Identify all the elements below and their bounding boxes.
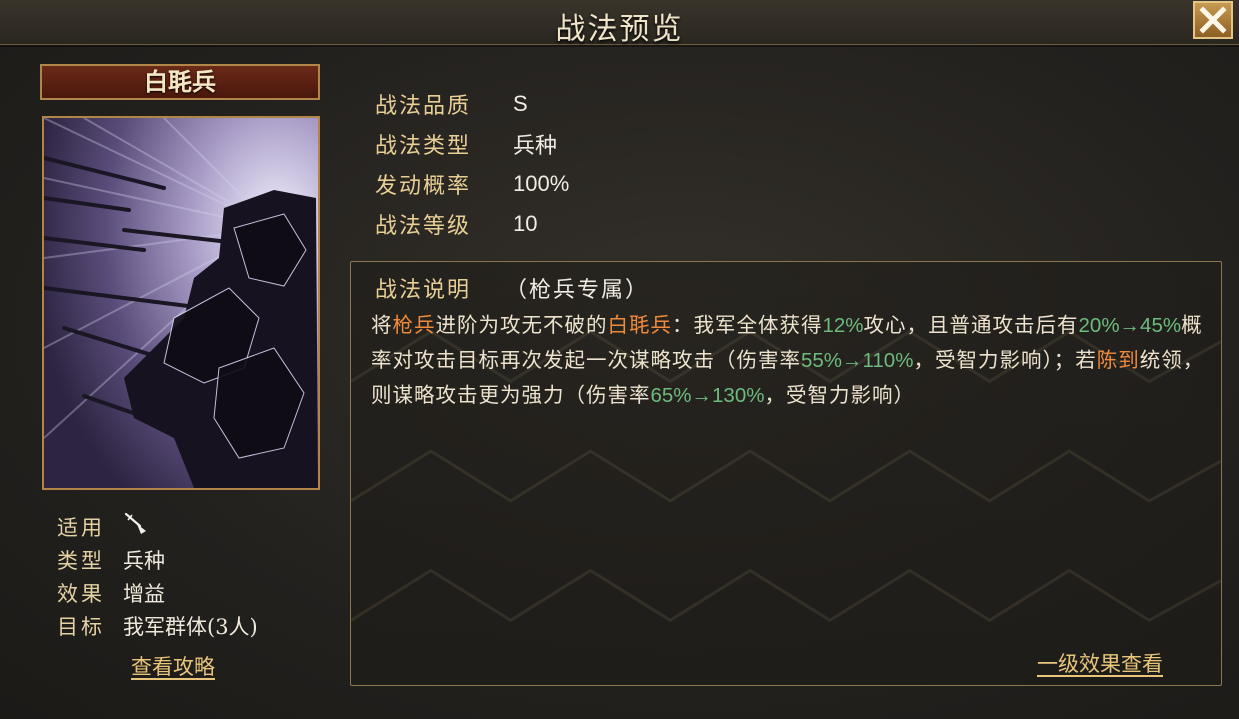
desc-segment: 攻心，且普通攻击后有: [863, 313, 1079, 337]
meta-row-type: 类型 兵种: [57, 543, 327, 576]
info-row-trigger-rate: 发动概率 100%: [375, 164, 569, 204]
desc-segment: 将: [371, 313, 393, 337]
close-icon: [1199, 6, 1227, 34]
info-key: 战法等级: [375, 214, 472, 239]
tactic-info-list: 战法品质 S 战法类型 兵种 发动概率 100% 战法等级 10: [375, 84, 569, 244]
info-key: 战法品质: [375, 94, 472, 119]
title-bar: 战法预览: [0, 0, 1239, 47]
meta-key: 效果: [57, 581, 105, 606]
info-row-quality: 战法品质 S: [375, 84, 569, 124]
desc-segment: ：我军全体获得: [672, 313, 823, 337]
meta-row-effect: 效果 增益: [57, 576, 327, 609]
meta-row-applicable: 适用: [57, 510, 327, 543]
level-one-effect-link[interactable]: 一级效果查看: [1037, 648, 1163, 678]
meta-value: 增益: [123, 581, 165, 606]
info-row-level: 战法等级 10: [375, 204, 569, 244]
desc-segment: ，受智力影响）: [764, 383, 915, 407]
description-heading-row: 战法说明 （枪兵专属）: [375, 272, 649, 304]
description-subheading: （枪兵专属）: [505, 278, 650, 303]
meta-key: 类型: [57, 548, 105, 573]
desc-segment-general: 陈到: [1096, 348, 1140, 372]
tactic-meta: 适用 类型 兵种 效果 增益 目标 我军群体(3人): [57, 510, 327, 642]
tactic-description-panel: 战法说明 （枪兵专属） 将枪兵进阶为攻无不破的白毦兵：我军全体获得12%攻心，且普…: [350, 261, 1222, 686]
close-button[interactable]: [1193, 1, 1233, 39]
window-title: 战法预览: [555, 12, 684, 47]
info-value: S: [513, 91, 528, 116]
info-row-type: 战法类型 兵种: [375, 124, 569, 164]
meta-value: 兵种: [123, 548, 165, 573]
info-value: 兵种: [513, 134, 558, 159]
tactic-name-banner: 白毦兵: [40, 64, 320, 100]
info-value: 10: [513, 211, 538, 236]
meta-value: [123, 511, 149, 542]
info-key: 发动概率: [375, 174, 472, 199]
description-heading: 战法说明: [375, 278, 472, 303]
desc-segment-unit: 枪兵: [392, 313, 436, 337]
tactic-name: 白毦兵: [144, 67, 216, 96]
desc-segment-value: 12%: [822, 314, 864, 337]
desc-segment-value: 55%→110%: [801, 349, 914, 372]
desc-segment-value: 20%→45%: [1078, 314, 1182, 337]
tactic-preview-window: 战法预览 白毦兵 适用 类型 兵种 效果 增益 目标 我军群体(3人) 查看攻略…: [0, 0, 1239, 719]
tactic-card-art: [42, 116, 320, 490]
info-value: 100%: [513, 171, 570, 196]
meta-row-target: 目标 我军群体(3人): [57, 609, 327, 642]
desc-segment-unit: 白毦兵: [607, 313, 672, 337]
meta-key: 目标: [57, 614, 105, 639]
meta-key: 适用: [57, 515, 105, 540]
spear-icon: [124, 512, 146, 534]
description-text: 将枪兵进阶为攻无不破的白毦兵：我军全体获得12%攻心，且普通攻击后有20%→45…: [371, 308, 1207, 413]
desc-segment: 进阶为攻无不破的: [435, 313, 608, 337]
view-guide-link[interactable]: 查看攻略: [131, 651, 215, 681]
desc-segment: ，受智力影响）；若: [913, 348, 1097, 372]
meta-value: 我军群体(3人): [123, 614, 258, 639]
desc-segment-value: 65%→130%: [650, 384, 765, 407]
info-key: 战法类型: [375, 134, 472, 159]
